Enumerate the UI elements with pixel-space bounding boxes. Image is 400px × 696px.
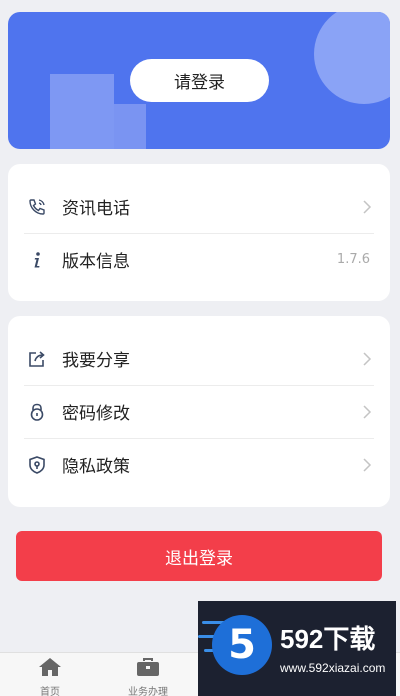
tab-label: 首页 xyxy=(40,687,60,696)
chevron-right-icon xyxy=(360,199,374,214)
menu-item-label: 密码修改 xyxy=(62,404,130,424)
chevron-right-icon xyxy=(360,351,374,366)
phone-icon xyxy=(26,196,48,218)
version-number: 1.7.6 xyxy=(336,252,370,267)
decorative-block xyxy=(50,74,114,149)
watermark-title: 592下载 xyxy=(280,624,376,654)
watermark-url: www.592xiazai.com xyxy=(280,661,386,675)
share-icon xyxy=(26,348,48,370)
tab-home[interactable]: 首页 xyxy=(20,657,80,696)
site-watermark: 5 592下载 www.592xiazai.com xyxy=(198,601,396,696)
settings-card: 我要分享 密码修改 隐私政策 xyxy=(8,316,390,507)
shield-icon xyxy=(26,454,48,476)
tab-label: 业务办理 xyxy=(128,687,168,696)
menu-item-version[interactable]: 版本信息 1.7.6 xyxy=(24,233,374,286)
logout-button[interactable]: 退出登录 xyxy=(16,531,382,581)
decorative-block xyxy=(114,104,146,149)
decorative-circle xyxy=(314,12,390,104)
info-card: 资讯电话 版本信息 1.7.6 xyxy=(8,164,390,301)
briefcase-icon xyxy=(136,657,160,681)
chevron-right-icon xyxy=(360,457,374,472)
menu-item-password[interactable]: 密码修改 xyxy=(24,385,374,438)
profile-banner: 请登录 xyxy=(8,12,390,149)
menu-item-privacy[interactable]: 隐私政策 xyxy=(24,438,374,491)
menu-item-label: 资讯电话 xyxy=(62,199,130,219)
menu-item-label: 隐私政策 xyxy=(62,457,130,477)
info-icon xyxy=(26,249,48,271)
menu-item-label: 版本信息 xyxy=(62,252,130,272)
watermark-logo: 5 xyxy=(212,615,272,675)
menu-item-share[interactable]: 我要分享 xyxy=(24,332,374,385)
tab-business[interactable]: 业务办理 xyxy=(118,657,178,696)
home-icon xyxy=(38,657,62,681)
menu-item-label: 我要分享 xyxy=(62,351,130,371)
login-button[interactable]: 请登录 xyxy=(130,59,269,102)
menu-item-hotline[interactable]: 资讯电话 xyxy=(24,180,374,233)
chevron-right-icon xyxy=(360,404,374,419)
lock-icon xyxy=(26,401,48,423)
